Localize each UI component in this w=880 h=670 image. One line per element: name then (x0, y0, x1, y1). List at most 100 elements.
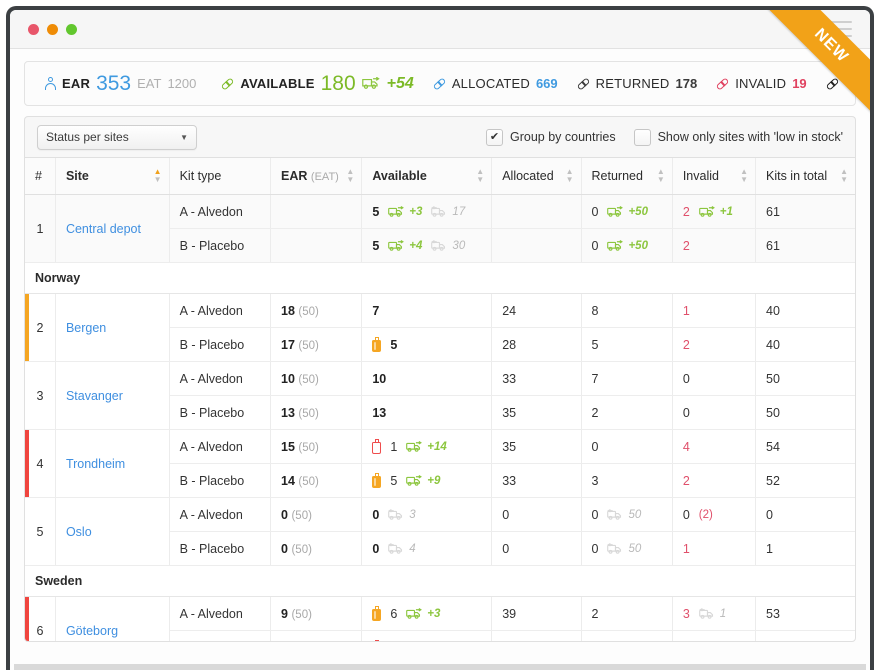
status-per-sites-select[interactable]: Status per sites ▼ (37, 125, 197, 150)
invalid-outgoing: 1 (720, 608, 726, 620)
ear-value: 14 (281, 474, 295, 488)
col-kits-in-total[interactable]: Kits in total▲▼ (756, 158, 856, 195)
kits-in-total-cell: 0 (756, 498, 856, 532)
site-cell[interactable]: Göteborg (55, 597, 169, 643)
table-row[interactable]: 6GöteborgA - Alvedon9 (50)6+33923153 (25, 597, 855, 631)
returned-cell: 050 (581, 498, 672, 532)
truck-icon (406, 608, 423, 620)
col-kit-type: Kit type (169, 158, 270, 195)
table-row[interactable]: 1Central depotA - Alvedon5+3170+502+161 (25, 195, 855, 229)
eat-value: (50) (298, 374, 318, 386)
allocated-value: 39 (502, 607, 516, 621)
returned-cell: 0+50 (581, 229, 672, 263)
invalid-value: 1 (683, 304, 690, 318)
site-link[interactable]: Stavanger (66, 389, 123, 403)
truck-outgoing-icon (607, 509, 624, 521)
group-by-countries-checkbox[interactable]: ✔ Group by countries (486, 129, 616, 146)
summary-allocated: ALLOCATED 669 (423, 76, 567, 91)
kits-in-total-cell: 1 (756, 532, 856, 566)
available-value: 13 (372, 406, 386, 420)
allocated-cell: 38 (492, 631, 581, 643)
available-cell: 5+430 (362, 229, 492, 263)
summary-invalid-value: 19 (792, 76, 806, 91)
site-link[interactable]: Bergen (66, 321, 106, 335)
close-window-icon[interactable] (28, 24, 39, 35)
returned-value: 2 (592, 406, 599, 420)
site-link[interactable]: Oslo (66, 525, 92, 539)
window-controls[interactable] (28, 24, 77, 35)
summary-returned: RETURNED 178 (567, 76, 707, 91)
checkbox-box[interactable] (634, 129, 651, 146)
allocated-value: 33 (502, 474, 516, 488)
site-cell[interactable]: Oslo (55, 498, 169, 566)
minimize-window-icon[interactable] (47, 24, 58, 35)
table-row[interactable]: 3StavangerA - Alvedon10 (50)10337050 (25, 362, 855, 396)
sort-icon: ▲▼ (566, 168, 574, 184)
sort-icon: ▲▼ (346, 168, 354, 184)
col-allocated[interactable]: Allocated▲▼ (492, 158, 581, 195)
allocated-value: 35 (502, 440, 516, 454)
low-in-stock-checkbox[interactable]: Show only sites with 'low in stock' (634, 129, 843, 146)
summary-ear: EAR 353 EAT 1200 (35, 72, 205, 96)
country-group-label: Sweden (25, 566, 855, 597)
truck-icon (607, 206, 624, 218)
table-toolbar: Status per sites ▼ ✔ Group by countries … (24, 116, 856, 157)
vial-empty-icon (372, 641, 381, 643)
truck-icon (607, 240, 624, 252)
available-cell: 7 (362, 294, 492, 328)
invalid-value: 2 (683, 338, 690, 352)
table-row[interactable]: 2BergenA - Alvedon18 (50)7248140 (25, 294, 855, 328)
invalid-value: 4 (683, 440, 690, 454)
kits-in-total-cell: 53 (756, 597, 856, 631)
kit-type-cell: B - Placebo (169, 396, 270, 430)
ear-cell: 13 (50) (271, 396, 362, 430)
col-available[interactable]: Available▲▼ (362, 158, 492, 195)
status-strip-red (25, 597, 29, 642)
col-ear[interactable]: EAR (EAT)▲▼ (271, 158, 362, 195)
eat-value: (50) (298, 442, 318, 454)
returned-value: 2 (592, 607, 599, 621)
returned-cell: 1 (581, 631, 672, 643)
truck-icon (362, 77, 381, 90)
site-link[interactable]: Göteborg (66, 624, 118, 638)
site-cell[interactable]: Stavanger (55, 362, 169, 430)
summary-allocated-value: 669 (536, 76, 558, 91)
checkbox-box[interactable]: ✔ (486, 129, 503, 146)
allocated-cell: 33 (492, 464, 581, 498)
invalid-value: 2 (683, 205, 690, 219)
col-invalid[interactable]: Invalid▲▼ (672, 158, 755, 195)
country-group-row: Norway (25, 263, 855, 294)
allocated-value: 0 (502, 542, 509, 556)
kit-type-cell: A - Alvedon (169, 597, 270, 631)
available-value: 7 (372, 304, 379, 318)
maximize-window-icon[interactable] (66, 24, 77, 35)
table-row[interactable]: 5OsloA - Alvedon0 (50)0300500(2)0 (25, 498, 855, 532)
kits-in-total-cell: 50 (756, 396, 856, 430)
returned-cell: 0+50 (581, 195, 672, 229)
ear-value: 0 (281, 508, 288, 522)
site-cell[interactable]: Trondheim (55, 430, 169, 498)
col-site[interactable]: Site▲▼ (55, 158, 169, 195)
horizontal-scrollbar[interactable] (14, 664, 866, 670)
kits-in-total-value: 50 (766, 372, 780, 386)
truck-outgoing-icon (431, 240, 448, 252)
sites-table-container[interactable]: # Site▲▼ Kit type EAR (EAT)▲▼ Available▲… (24, 157, 856, 642)
sort-icon: ▲▼ (840, 168, 848, 184)
allocated-value: 38 (502, 641, 516, 643)
summary-bar: EAR 353 EAT 1200 AVAILABLE 180 +54 (24, 61, 856, 106)
site-link[interactable]: Central depot (66, 222, 141, 236)
ear-cell: 15 (50) (271, 430, 362, 464)
available-value: 5 (372, 239, 379, 253)
pill-icon (220, 77, 234, 91)
truck-icon (388, 206, 405, 218)
site-cell[interactable]: Bergen (55, 294, 169, 362)
site-link[interactable]: Trondheim (66, 457, 125, 471)
ear-cell: 14 (50) (271, 464, 362, 498)
kit-type-cell: B - Placebo (169, 464, 270, 498)
ear-cell (271, 229, 362, 263)
table-row[interactable]: 4TrondheimA - Alvedon15 (50)1+14350454 (25, 430, 855, 464)
col-returned[interactable]: Returned▲▼ (581, 158, 672, 195)
available-cell: 1+14 (362, 430, 492, 464)
vial-empty-icon (372, 440, 381, 454)
site-cell[interactable]: Central depot (55, 195, 169, 263)
